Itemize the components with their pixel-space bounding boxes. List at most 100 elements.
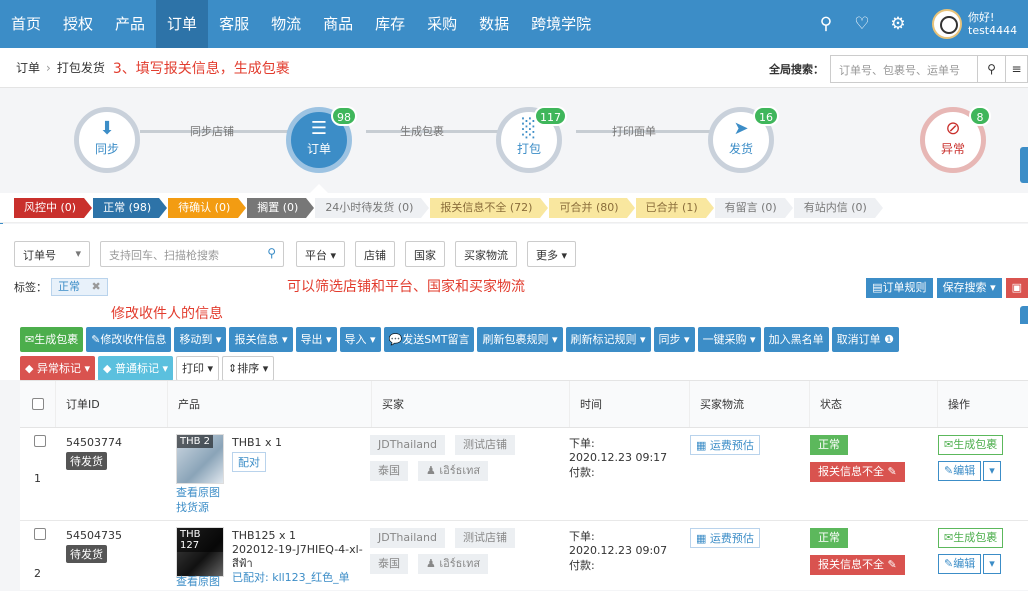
row-checkbox[interactable]: [34, 528, 46, 540]
nav-item-logistics[interactable]: 物流: [260, 0, 312, 48]
view-original-image-link[interactable]: 查看原图: [176, 484, 220, 500]
nav-item-data[interactable]: 数据: [468, 0, 520, 48]
col-product[interactable]: 产品: [168, 381, 372, 427]
filter-platform-button[interactable]: 平台 ▾: [296, 241, 346, 267]
row-more-dropdown[interactable]: ▾: [983, 461, 1001, 481]
product-thumbnail[interactable]: THB 2: [176, 434, 224, 484]
move-to-button[interactable]: 移动到 ▾: [174, 327, 227, 352]
view-original-image-link[interactable]: 查看原图: [176, 573, 220, 589]
paired-sku-link[interactable]: 已配对: kll123_红色_单: [232, 571, 363, 585]
select-all-checkbox[interactable]: [32, 398, 44, 410]
search-icon[interactable]: ⚲: [267, 246, 276, 260]
col-status[interactable]: 状态: [810, 381, 938, 427]
sync-button[interactable]: 同步 ▾: [653, 327, 695, 352]
tab-normal[interactable]: 正常 (98): [93, 197, 168, 218]
filter-country-button[interactable]: 国家: [405, 241, 446, 267]
print-button[interactable]: 打印 ▾: [176, 356, 220, 381]
flow-step-label: 同步: [94, 142, 119, 156]
order-id[interactable]: 54503774: [66, 436, 122, 449]
delete-button[interactable]: ▣: [1005, 278, 1028, 298]
col-actions[interactable]: 操作: [938, 381, 1028, 427]
refresh-package-rule-button[interactable]: 刷新包裹规则 ▾: [477, 327, 563, 352]
chevron-down-icon: ▾: [75, 247, 81, 260]
export-button[interactable]: 导出 ▾: [295, 327, 337, 352]
tab-merged[interactable]: 已合并 (1): [635, 197, 714, 218]
search-icon[interactable]: ⚲: [808, 14, 844, 34]
filter-shop-button[interactable]: 店铺: [355, 241, 396, 267]
tab-customs-incomplete[interactable]: 报关信息不全 (72): [430, 197, 549, 218]
col-buyer[interactable]: 买家: [372, 381, 570, 427]
nav-item-goods[interactable]: 商品: [312, 0, 364, 48]
save-search-button[interactable]: 保存搜索 ▾: [936, 278, 1002, 298]
nav-item-academy[interactable]: 跨境学院: [520, 0, 602, 48]
tab-24h-ship[interactable]: 24小时待发货 (0): [315, 197, 430, 218]
nav-item-service[interactable]: 客服: [208, 0, 260, 48]
row-checkbox[interactable]: [34, 435, 46, 447]
nav-item-home[interactable]: 首页: [0, 0, 52, 48]
find-source-link[interactable]: 找货源: [176, 499, 209, 515]
add-blacklist-button[interactable]: 加入黑名单: [763, 327, 829, 352]
flow-step-ship[interactable]: ➤ 发货 16: [708, 106, 779, 173]
one-click-purchase-button[interactable]: 一键采购 ▾: [697, 327, 761, 352]
tab-risk-control[interactable]: 风控中 (0): [14, 197, 93, 218]
search-button[interactable]: ⚲: [978, 55, 1006, 83]
filter-buyer-logistics-button[interactable]: 买家物流: [455, 241, 518, 267]
status-customs-incomplete-badge[interactable]: 报关信息不全 ✎: [810, 555, 905, 575]
col-time[interactable]: 时间: [570, 381, 690, 427]
cancel-order-button[interactable]: 取消订单 ❶: [831, 327, 899, 352]
order-search-input[interactable]: 支持回车、扫描枪搜索 ⚲: [100, 241, 284, 267]
caret-down-icon: ▾: [561, 249, 568, 262]
shipping-estimate-button[interactable]: ▦ 运费预估: [690, 528, 760, 548]
row-generate-package-button[interactable]: ✉生成包裹: [938, 528, 1004, 548]
row-more-dropdown[interactable]: ▾: [983, 554, 1001, 574]
flow-step-order[interactable]: ☰ 订单 98: [286, 106, 357, 173]
edit-recipient-button[interactable]: ✎修改收件信息: [86, 327, 172, 352]
customs-info-button[interactable]: 报关信息 ▾: [229, 327, 293, 352]
tag-chip-normal[interactable]: 正常 ✖: [51, 278, 108, 296]
avatar[interactable]: [932, 9, 962, 39]
refresh-tag-rule-button[interactable]: 刷新标记规则 ▾: [565, 327, 651, 352]
send-smt-message-button[interactable]: 💬发送SMT留言: [383, 327, 475, 352]
product-thumbnail[interactable]: THB 127: [176, 527, 224, 577]
tab-on-hold[interactable]: 搁置 (0): [247, 197, 315, 218]
thumb-price: THB 127: [177, 528, 223, 552]
normal-mark-button[interactable]: ◆ 普通标记 ▾: [98, 356, 173, 381]
import-button[interactable]: 导入 ▾: [339, 327, 381, 352]
nav-item-order[interactable]: 订单: [156, 0, 209, 48]
pair-button[interactable]: 配对: [232, 452, 266, 472]
tab-mergeable[interactable]: 可合并 (80): [549, 197, 635, 218]
right-side-tab[interactable]: [1020, 147, 1028, 183]
generate-package-button[interactable]: ✉生成包裹: [20, 327, 84, 352]
col-buyer-logistics[interactable]: 买家物流: [690, 381, 810, 427]
sort-button[interactable]: ⇕排序 ▾: [222, 356, 275, 381]
nav-item-product[interactable]: 产品: [104, 0, 156, 48]
col-order-id[interactable]: 订单ID: [56, 381, 168, 427]
gear-icon[interactable]: ⚙: [880, 14, 916, 34]
status-text: 报关信息不全: [818, 558, 884, 571]
flow-step-pack[interactable]: ░ 打包 117: [496, 106, 567, 173]
row-edit-button[interactable]: ✎编辑: [938, 554, 982, 574]
breadcrumb-root[interactable]: 订单: [16, 59, 40, 76]
status-customs-incomplete-badge[interactable]: 报关信息不全 ✎: [810, 462, 905, 482]
nav-item-auth[interactable]: 授权: [52, 0, 104, 48]
row-edit-button[interactable]: ✎编辑: [938, 461, 982, 481]
tab-has-inbox[interactable]: 有站内信 (0): [793, 197, 883, 218]
flow-step-sync[interactable]: ⬇ 同步: [74, 107, 140, 173]
global-search-input[interactable]: 订单号、包裹号、运单号: [830, 55, 978, 83]
order-id[interactable]: 54504735: [66, 529, 122, 542]
row-generate-package-button[interactable]: ✉生成包裹: [938, 435, 1004, 455]
order-rule-button[interactable]: ▤订单规则: [866, 278, 933, 298]
user-greeting[interactable]: 你好! test4444: [968, 11, 1028, 37]
exception-mark-button[interactable]: ◆ 异常标记 ▾: [20, 356, 95, 381]
bell-icon[interactable]: ♡: [844, 14, 880, 34]
nav-item-purchase[interactable]: 采购: [416, 0, 468, 48]
close-icon[interactable]: ✖: [92, 280, 101, 293]
nav-item-stock[interactable]: 库存: [364, 0, 416, 48]
filter-more-button[interactable]: 更多 ▾: [527, 241, 577, 267]
flow-step-exception[interactable]: ⊘ 异常 8: [920, 106, 991, 173]
tab-has-message[interactable]: 有留言 (0): [714, 197, 793, 218]
shipping-estimate-button[interactable]: ▦ 运费预估: [690, 435, 760, 455]
tab-pending-confirm[interactable]: 待确认 (0): [168, 197, 247, 218]
search-type-select[interactable]: 订单号 ▾: [14, 241, 90, 267]
menu-dropdown-button[interactable]: ≡: [1006, 55, 1028, 83]
